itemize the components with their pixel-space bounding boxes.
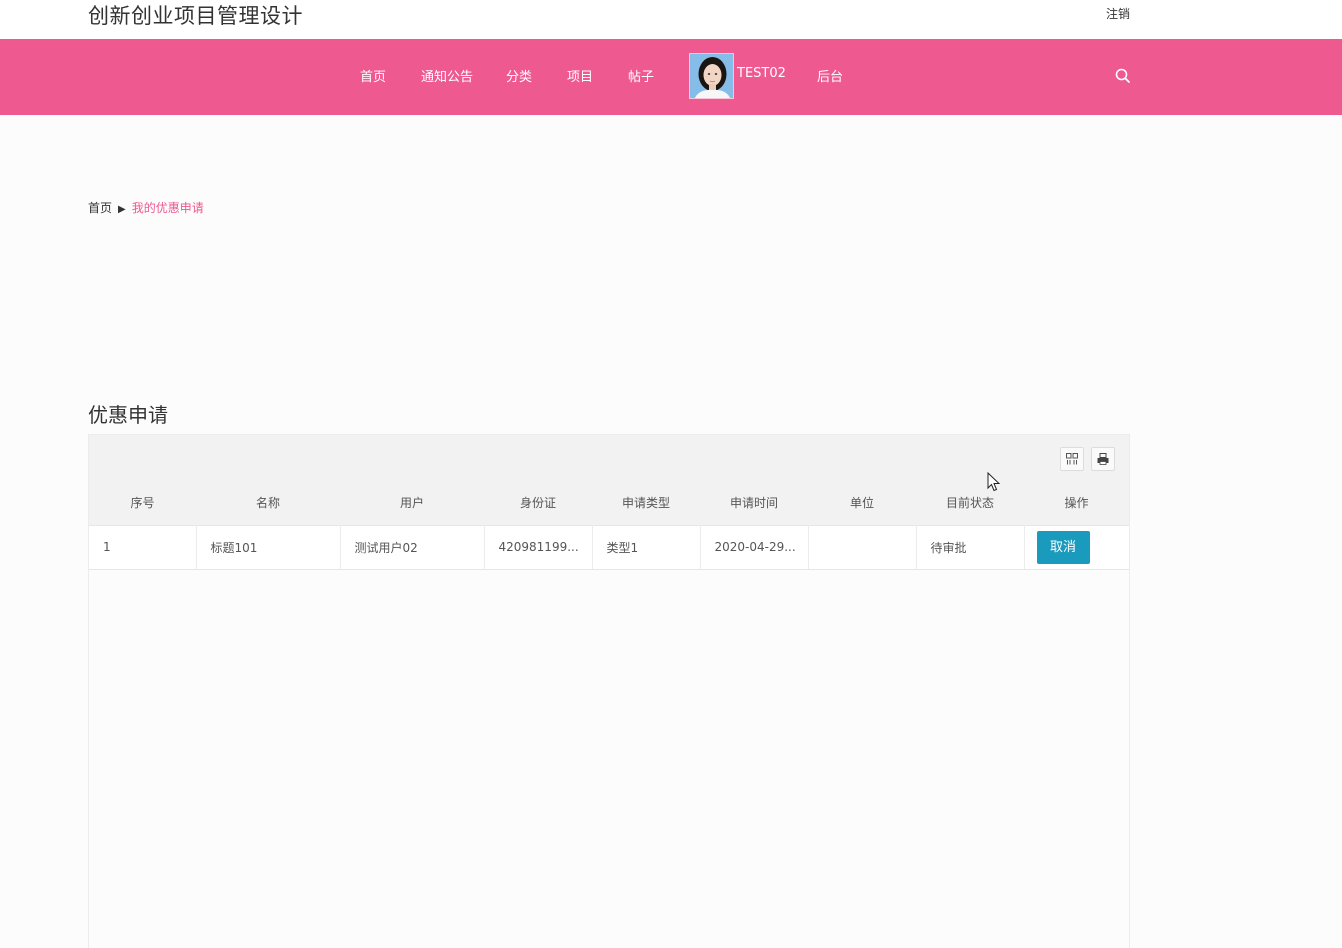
cell-index: 1 [89, 524, 197, 570]
cell-name: 标题101 [196, 524, 341, 570]
cell-status: 待审批 [916, 524, 1025, 570]
print-icon[interactable] [1091, 447, 1115, 471]
cell-unit [808, 524, 917, 570]
nav-item-posts[interactable]: 帖子 [628, 66, 654, 85]
columns-icon[interactable] [1060, 447, 1084, 471]
column-header[interactable]: 单位 [808, 480, 916, 525]
nav-item-notices[interactable]: 通知公告 [421, 66, 473, 85]
column-header[interactable]: 序号 [89, 480, 196, 525]
user-avatar[interactable] [689, 53, 734, 99]
table-row[interactable]: 1 标题101 测试用户02 420981199... 类型1 2020-04-… [89, 524, 1129, 570]
breadcrumb-home[interactable]: 首页 [88, 201, 112, 215]
column-header[interactable]: 身份证 [484, 480, 592, 525]
cell-type: 类型1 [592, 524, 701, 570]
column-header[interactable]: 用户 [340, 480, 484, 525]
nav-item-home[interactable]: 首页 [360, 66, 386, 85]
column-header[interactable]: 名称 [196, 480, 340, 525]
cell-user: 测试用户02 [340, 524, 485, 570]
column-header[interactable]: 申请时间 [700, 480, 808, 525]
main-nav: 首页 通知公告 分类 项目 帖子 TEST02 后台 [0, 39, 1342, 115]
logout-link[interactable]: 注销 [1106, 5, 1130, 22]
breadcrumb: 首页 ▶ 我的优惠申请 [88, 199, 204, 216]
table-header-row: 序号 名称 用户 身份证 申请类型 申请时间 单位 目前状态 操作 [89, 480, 1129, 525]
cell-id-card: 420981199... [484, 524, 593, 570]
data-table: 序号 名称 用户 身份证 申请类型 申请时间 单位 目前状态 操作 1 标题10… [89, 480, 1129, 570]
breadcrumb-separator: ▶ [118, 204, 126, 215]
search-icon[interactable] [1114, 67, 1132, 85]
cancel-button[interactable]: 取消 [1036, 530, 1090, 564]
mouse-cursor-icon [987, 471, 1001, 496]
column-header: 操作 [1024, 480, 1129, 525]
cell-action: 取消 [1024, 524, 1129, 570]
top-bar: 创新创业项目管理设计 注销 [0, 0, 1342, 39]
table-toolbar [89, 435, 1129, 480]
nav-item-category[interactable]: 分类 [506, 66, 532, 85]
column-header[interactable]: 目前状态 [916, 480, 1024, 525]
nav-item-admin[interactable]: 后台 [817, 66, 843, 85]
nav-item-projects[interactable]: 项目 [567, 66, 593, 85]
breadcrumb-current: 我的优惠申请 [131, 201, 204, 215]
cell-time: 2020-04-29... [700, 524, 809, 570]
data-table-panel: 序号 名称 用户 身份证 申请类型 申请时间 单位 目前状态 操作 1 标题10… [88, 434, 1130, 948]
nav-username[interactable]: TEST02 [737, 66, 786, 81]
site-title: 创新创业项目管理设计 [88, 4, 303, 28]
column-header[interactable]: 申请类型 [592, 480, 700, 525]
page-title: 优惠申请 [88, 403, 168, 427]
